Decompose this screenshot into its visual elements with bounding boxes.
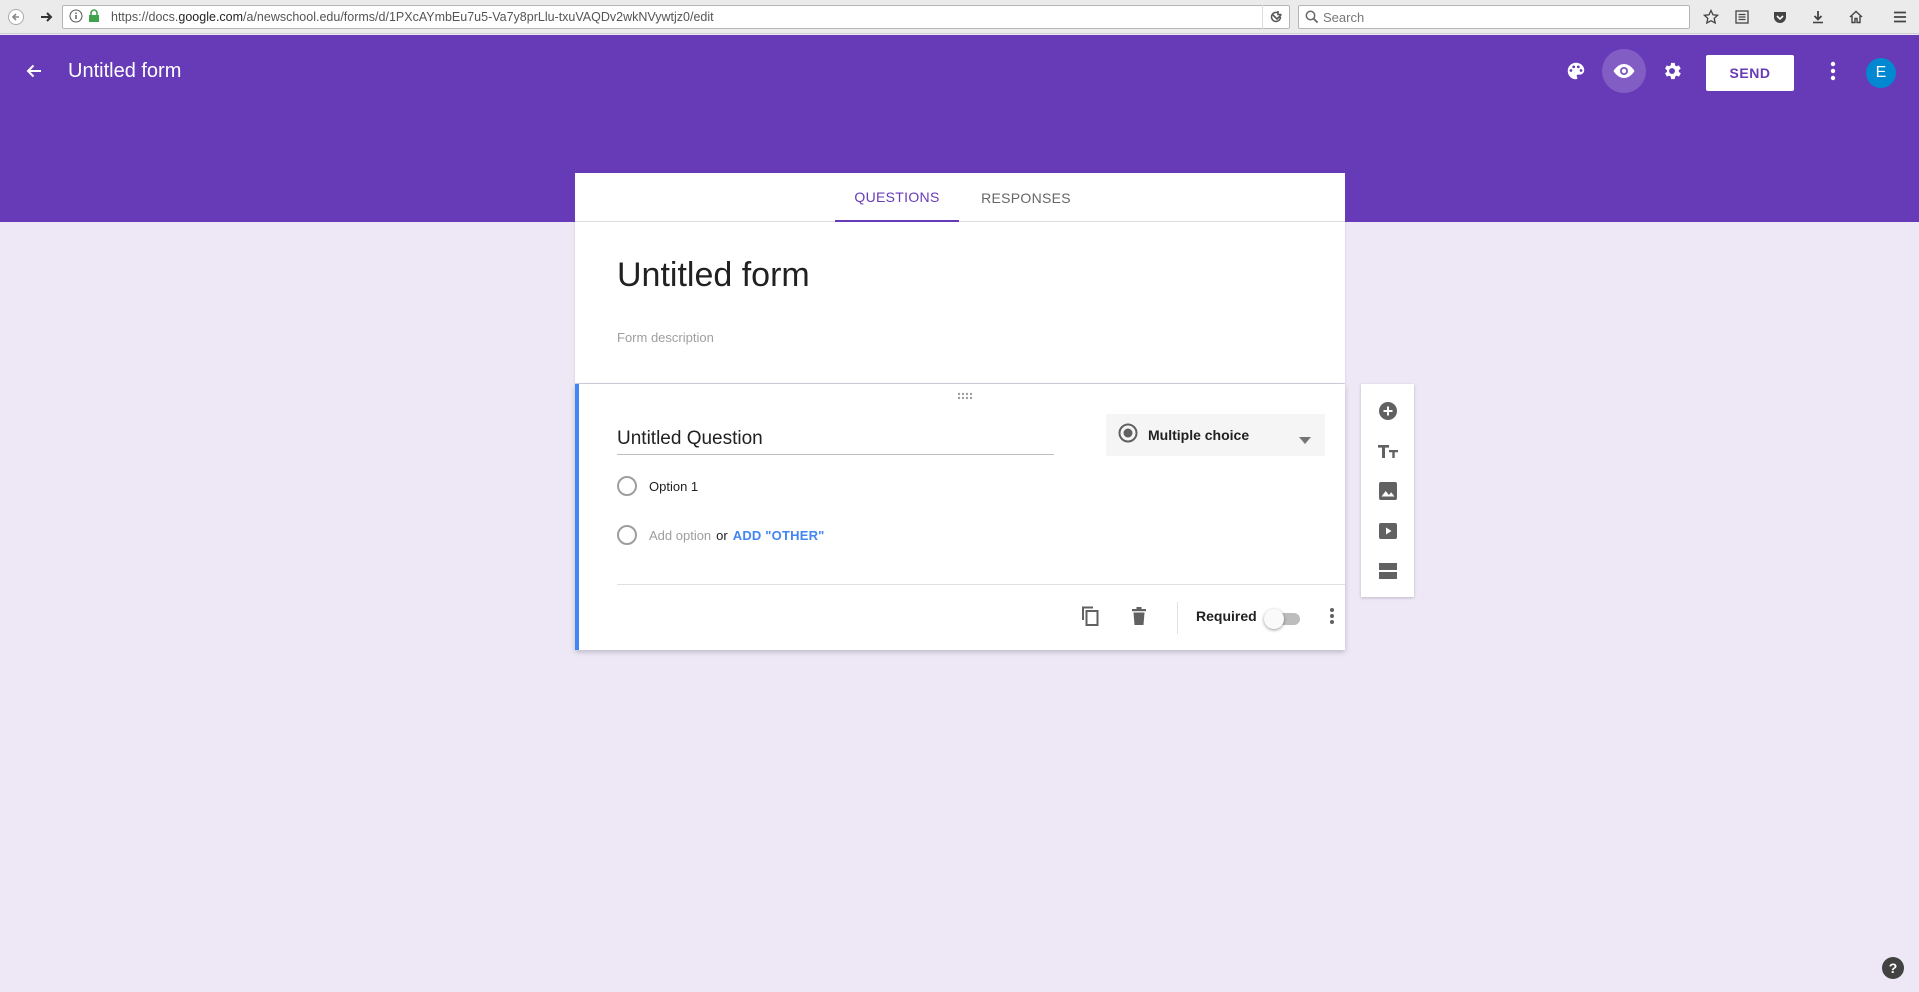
browser-toolbar: https://docs.google.com/a/newschool.edu/… [0, 0, 1919, 34]
add-option-row: Add option or ADD "OTHER" [617, 525, 825, 545]
duplicate-icon[interactable] [1076, 602, 1104, 630]
question-card[interactable]: Untitled Question Multiple choice Option… [575, 384, 1345, 650]
option-label[interactable]: Option 1 [649, 479, 698, 494]
add-option-input[interactable]: Add option [649, 528, 711, 543]
url-bar[interactable]: https://docs.google.com/a/newschool.edu/… [62, 5, 1290, 29]
toggle-knob [1264, 609, 1284, 629]
search-placeholder: Search [1323, 9, 1365, 25]
settings-gear-icon[interactable] [1650, 49, 1694, 93]
add-other-link[interactable]: ADD "OTHER" [733, 528, 825, 543]
help-icon[interactable]: ? [1882, 957, 1904, 979]
more-vert-icon[interactable] [1811, 49, 1855, 93]
option-radio [617, 476, 637, 496]
add-title-icon[interactable] [1374, 437, 1402, 465]
add-option-radio [617, 525, 637, 545]
question-title-input[interactable]: Untitled Question [617, 428, 1054, 455]
delete-trash-icon[interactable] [1125, 602, 1153, 630]
divider [617, 584, 1345, 585]
palette-icon[interactable] [1554, 49, 1598, 93]
add-section-icon[interactable] [1374, 557, 1402, 585]
lock-icon[interactable] [87, 9, 101, 23]
or-text: or [716, 527, 728, 543]
required-label: Required [1196, 608, 1257, 624]
search-icon [1305, 10, 1319, 27]
drag-handle-icon[interactable] [957, 392, 973, 403]
radio-button-icon [1118, 423, 1138, 448]
pocket-icon[interactable] [1768, 5, 1792, 29]
add-question-icon[interactable] [1374, 397, 1402, 425]
dropdown-arrow-icon [1299, 431, 1311, 449]
hamburger-menu-icon[interactable] [1888, 5, 1912, 29]
footer-divider [1177, 602, 1178, 634]
reading-list-icon[interactable] [1730, 5, 1754, 29]
star-icon[interactable] [1699, 5, 1723, 29]
form-title-input[interactable]: Untitled form [617, 256, 810, 295]
reload-icon[interactable] [1262, 5, 1288, 29]
forward-arrow-icon[interactable] [34, 5, 58, 29]
tab-questions[interactable]: QUESTIONS [835, 173, 959, 222]
add-image-icon[interactable] [1374, 477, 1402, 505]
more-vert-icon[interactable] [1318, 602, 1346, 630]
home-icon[interactable] [1844, 5, 1868, 29]
download-icon[interactable] [1806, 5, 1830, 29]
back-arrow-icon[interactable] [4, 5, 28, 29]
question-type-label: Multiple choice [1148, 427, 1250, 443]
form-title-card: Untitled form Form description [575, 222, 1345, 383]
option-row: Option 1 [617, 476, 698, 496]
url-text: https://docs.google.com/a/newschool.edu/… [111, 10, 714, 24]
form-tabs: QUESTIONS RESPONSES [575, 173, 1345, 222]
tab-responses[interactable]: RESPONSES [967, 173, 1085, 222]
info-icon[interactable] [69, 9, 83, 23]
add-video-icon[interactable] [1374, 517, 1402, 545]
side-toolbar [1361, 384, 1414, 597]
form-description-input[interactable]: Form description [617, 330, 714, 345]
send-button[interactable]: SEND [1706, 55, 1794, 91]
search-input[interactable]: Search [1298, 5, 1690, 29]
back-arrow-icon[interactable] [20, 57, 48, 85]
question-type-dropdown[interactable]: Multiple choice [1106, 414, 1325, 456]
preview-eye-icon[interactable] [1602, 49, 1646, 93]
avatar[interactable]: E [1866, 58, 1896, 88]
required-toggle[interactable] [1264, 609, 1300, 629]
header-title: Untitled form [68, 60, 182, 82]
